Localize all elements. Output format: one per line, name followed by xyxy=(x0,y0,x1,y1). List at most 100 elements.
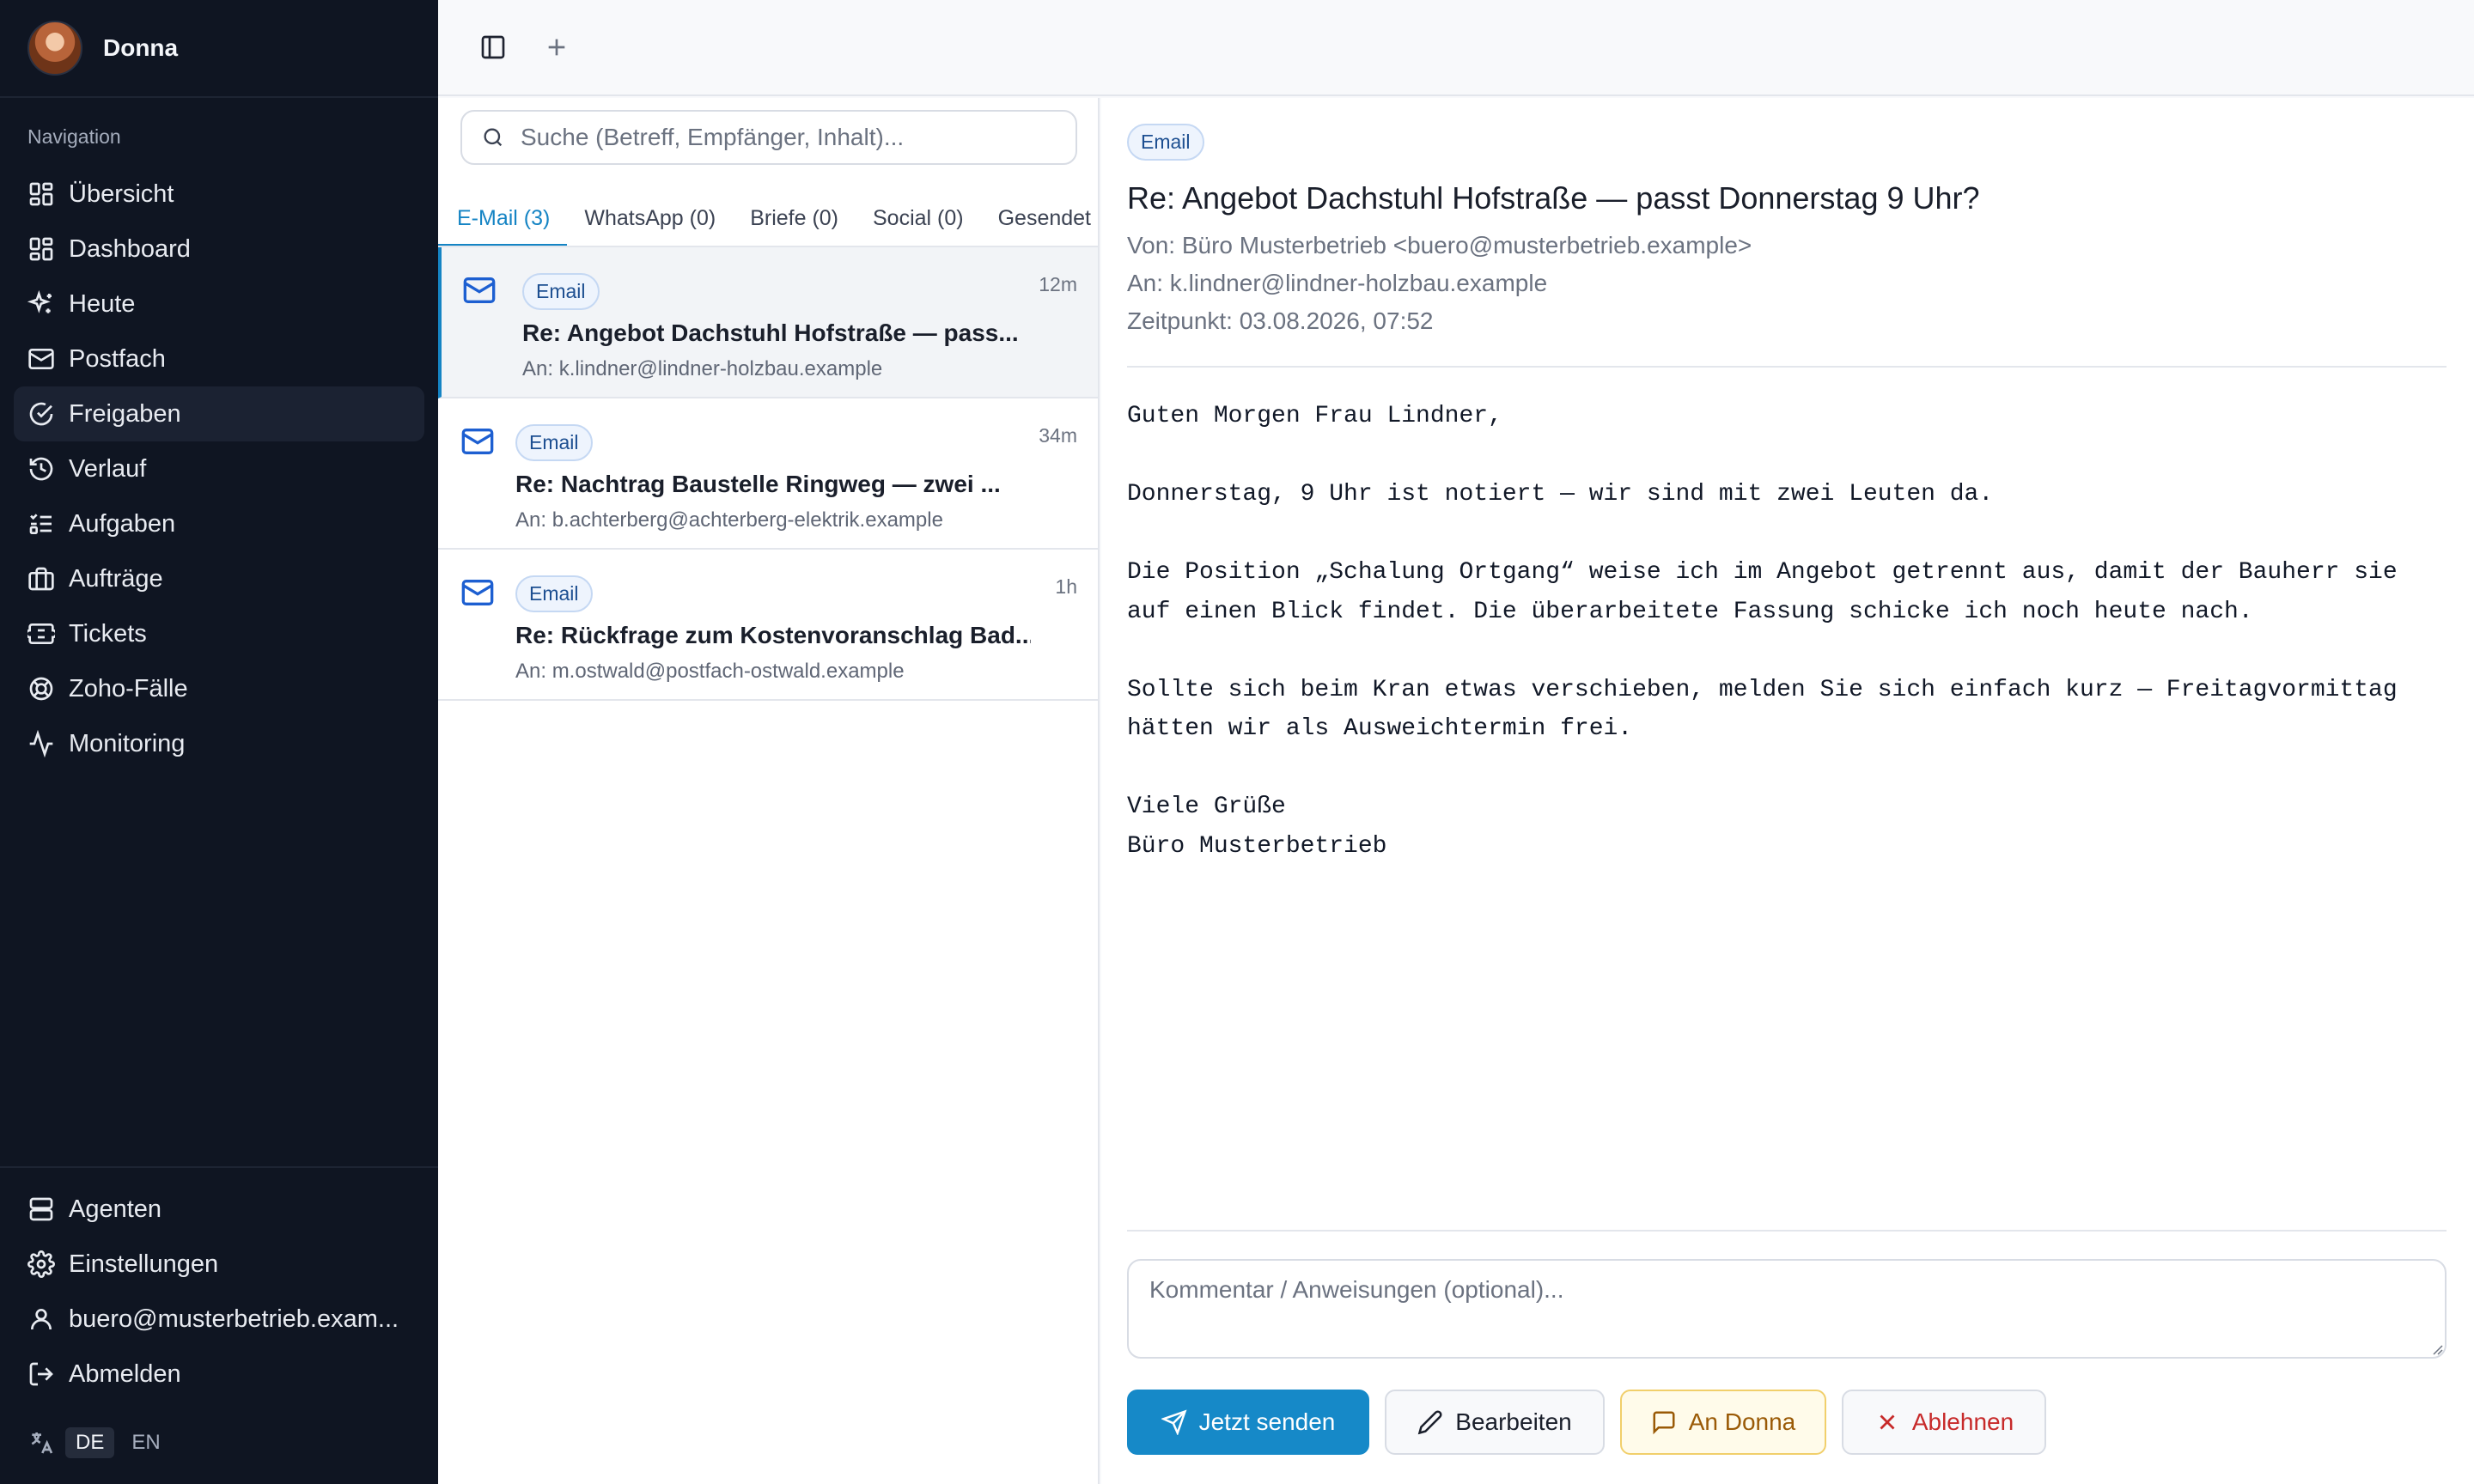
channel-tabs: E-Mail (3) WhatsApp (0) Briefe (0) Socia… xyxy=(438,191,1098,247)
activity-icon xyxy=(29,730,53,757)
message-recipient: An: m.ostwald@postfach-ostwald.example xyxy=(515,660,905,683)
channel-badge: Email xyxy=(1127,124,1204,161)
resize-handle-icon[interactable] xyxy=(2429,1341,2443,1355)
divider xyxy=(1127,366,2447,368)
message-time: 12m xyxy=(1039,273,1077,295)
comment-input[interactable] xyxy=(1127,1259,2447,1359)
list-item[interactable]: Email 1h Re: Rückfrage zum Kostenvoransc… xyxy=(438,550,1098,701)
detail-timestamp: Zeitpunkt: 03.08.2026, 07:52 xyxy=(1127,307,1434,334)
check-circle-icon xyxy=(29,402,53,426)
sidebar-item-aufgaben[interactable]: Aufgaben xyxy=(14,496,424,551)
channel-badge: Email xyxy=(515,424,593,461)
edit-button[interactable]: Bearbeiten xyxy=(1385,1390,1605,1455)
sidebar-item-label: Zoho-Fälle xyxy=(69,674,188,702)
message-recipient: An: k.lindner@lindner-holzbau.example xyxy=(522,357,883,380)
sidebar-item-label: Verlauf xyxy=(69,454,147,483)
language-switcher: DE EN xyxy=(27,1426,161,1460)
sidebar-item-label: Freigaben xyxy=(69,399,181,428)
sidebar-nav: Übersicht Dashboard Heute Postfach Freig… xyxy=(14,167,424,771)
dashboard-icon xyxy=(29,237,53,261)
layout-grid-icon xyxy=(29,182,53,206)
message-subject: Re: Rückfrage zum Kostenvoranschlag Bad.… xyxy=(515,622,1031,648)
detail-from: Von: Büro Musterbetrieb <buero@musterbet… xyxy=(1127,232,1752,258)
logout-icon xyxy=(29,1362,53,1386)
tab-email[interactable]: E-Mail (3) xyxy=(438,191,568,246)
sidebar-item-label: Abmelden xyxy=(69,1359,181,1388)
sidebar-bottom-nav: Agenten Einstellungen buero@musterbetrie… xyxy=(14,1182,424,1402)
sidebar-item-label: buero@musterbetrieb.exam... xyxy=(69,1305,399,1333)
message-square-icon xyxy=(1653,1411,1675,1435)
sidebar-item-account[interactable]: buero@musterbetrieb.exam... xyxy=(14,1292,424,1347)
sidebar-header: Donna xyxy=(0,0,438,98)
new-tab-button[interactable] xyxy=(533,23,581,71)
divider xyxy=(1127,1230,2447,1232)
lang-de-button[interactable]: DE xyxy=(65,1427,115,1458)
search-box[interactable] xyxy=(460,110,1077,165)
send-now-label: Jetzt senden xyxy=(1198,1408,1336,1435)
sidebar-item-verlauf[interactable]: Verlauf xyxy=(14,441,424,496)
sidebar-item-abmelden[interactable]: Abmelden xyxy=(14,1347,424,1402)
pencil-icon xyxy=(1417,1410,1442,1435)
mail-icon xyxy=(28,349,54,369)
sidebar-item-auftraege[interactable]: Aufträge xyxy=(14,551,424,606)
send-now-button[interactable]: Jetzt senden xyxy=(1127,1390,1369,1455)
sidebar-item-zoho-faelle[interactable]: Zoho-Fälle xyxy=(14,661,424,716)
message-subject: Re: Nachtrag Baustelle Ringweg — zwei ..… xyxy=(515,471,1001,497)
sidebar-item-uebersicht[interactable]: Übersicht xyxy=(14,167,424,222)
approval-detail-pane: Email Re: Angebot Dachstuhl Hofstraße — … xyxy=(1101,98,2474,1484)
mail-icon xyxy=(461,429,494,454)
sidebar-item-label: Heute xyxy=(69,289,136,318)
close-icon xyxy=(1880,1414,1895,1430)
reject-button[interactable]: Ablehnen xyxy=(1842,1390,2046,1455)
panel-left-icon xyxy=(481,35,505,59)
sidebar-item-postfach[interactable]: Postfach xyxy=(14,331,424,386)
briefcase-icon xyxy=(28,567,54,591)
list-item[interactable]: Email 12m Re: Angebot Dachstuhl Hofstraß… xyxy=(438,247,1098,398)
toggle-sidebar-button[interactable] xyxy=(469,23,517,71)
gear-icon xyxy=(27,1250,55,1278)
edit-label: Bearbeiten xyxy=(1455,1408,1572,1435)
ticket-icon xyxy=(27,623,55,644)
plus-icon xyxy=(548,39,565,56)
server-icon xyxy=(29,1197,53,1221)
message-time: 1h xyxy=(1055,575,1077,598)
search-input[interactable] xyxy=(521,124,1036,151)
sidebar: Donna Navigation Übersicht Dashboard Heu… xyxy=(0,0,438,1484)
tab-whatsapp[interactable]: WhatsApp (0) xyxy=(567,191,733,246)
sidebar-item-freigaben[interactable]: Freigaben xyxy=(14,386,424,441)
sidebar-item-agenten[interactable]: Agenten xyxy=(14,1182,424,1237)
sidebar-item-label: Aufgaben xyxy=(69,509,176,538)
avatar[interactable] xyxy=(27,21,82,76)
sidebar-item-label: Monitoring xyxy=(69,729,186,757)
sidebar-item-label: Postfach xyxy=(69,344,166,373)
lifebuoy-icon xyxy=(29,677,53,701)
sidebar-item-heute[interactable]: Heute xyxy=(14,277,424,331)
tab-gesendet[interactable]: Gesendet xyxy=(981,191,1098,246)
detail-subject: Re: Angebot Dachstuhl Hofstraße — passt … xyxy=(1127,180,1980,216)
to-donna-button[interactable]: An Donna xyxy=(1620,1390,1826,1455)
list-item[interactable]: Email 34m Re: Nachtrag Baustelle Ringweg… xyxy=(438,398,1098,550)
channel-badge: Email xyxy=(522,273,600,310)
user-icon xyxy=(31,1309,52,1330)
sidebar-item-label: Agenten xyxy=(69,1195,162,1223)
sidebar-item-einstellungen[interactable]: Einstellungen xyxy=(14,1237,424,1292)
sidebar-item-label: Aufträge xyxy=(69,564,163,593)
message-time: 34m xyxy=(1039,424,1077,447)
top-bar xyxy=(438,0,2474,96)
send-icon xyxy=(1161,1409,1187,1435)
channel-badge: Email xyxy=(515,575,593,612)
mail-icon xyxy=(461,580,494,605)
reject-label: Ablehnen xyxy=(1911,1408,2014,1435)
sidebar-item-monitoring[interactable]: Monitoring xyxy=(14,716,424,771)
mail-icon xyxy=(463,277,496,303)
sparkles-icon xyxy=(27,290,52,313)
sidebar-item-dashboard[interactable]: Dashboard xyxy=(14,222,424,277)
sidebar-item-label: Übersicht xyxy=(69,179,174,208)
sidebar-item-tickets[interactable]: Tickets xyxy=(14,606,424,661)
lang-en-button[interactable]: EN xyxy=(131,1431,160,1455)
sidebar-item-label: Tickets xyxy=(69,619,147,648)
sidebar-divider xyxy=(0,1166,438,1168)
tab-social[interactable]: Social (0) xyxy=(856,191,981,246)
tab-briefe[interactable]: Briefe (0) xyxy=(733,191,856,246)
translate-icon xyxy=(31,1432,53,1454)
